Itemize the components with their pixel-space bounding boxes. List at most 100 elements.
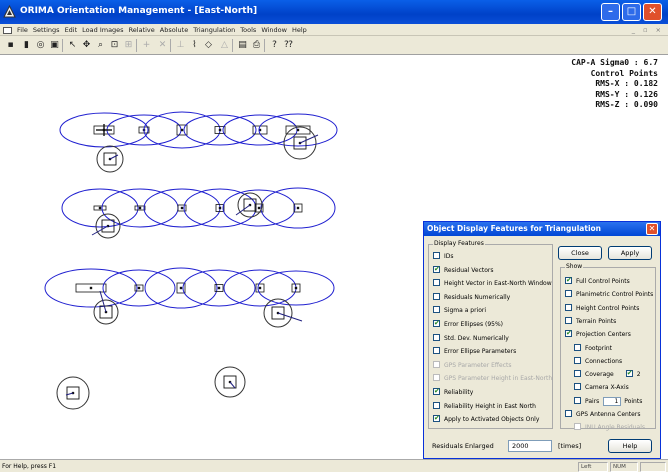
help-icon[interactable]: ? [268, 39, 281, 52]
absolute-icon[interactable]: ◇ [202, 39, 215, 52]
checkbox[interactable]: ✔ [565, 330, 572, 338]
title-bar: ORIMA Orientation Management - [East-Nor… [0, 0, 668, 24]
show-inu-angle-residuals: INU Angle Residuals [574, 423, 645, 432]
checkbox[interactable] [433, 252, 440, 259]
checkbox[interactable]: ✔ [433, 415, 440, 423]
checkbox[interactable] [433, 292, 440, 300]
checkbox[interactable] [433, 306, 440, 314]
checkbox[interactable] [433, 347, 440, 355]
show-gps-antenna-centers[interactable]: GPS Antenna Centers [565, 410, 640, 419]
checkbox-label: Residual Vectors [444, 266, 494, 274]
print-icon[interactable]: ⎙ [250, 39, 263, 52]
feature-residuals-numerically[interactable]: Residuals Numerically [433, 292, 510, 302]
checkbox[interactable] [574, 343, 581, 351]
triangulate-icon[interactable]: △ [218, 39, 231, 52]
menu-item-relative[interactable]: Relative [129, 24, 155, 36]
checkbox[interactable] [433, 401, 440, 409]
relative-icon[interactable]: ⌇ [188, 39, 201, 52]
checkbox[interactable] [574, 396, 581, 404]
show-projection-centers[interactable]: ✔ Projection Centers [565, 330, 631, 339]
help-button[interactable]: Help [608, 439, 652, 453]
close-dialog-button[interactable]: Close [558, 246, 602, 260]
control-points-heading: Control Points [590, 68, 658, 78]
menu-item-triangulation[interactable]: Triangulation [193, 24, 235, 36]
frame-icon[interactable]: ▣ [48, 39, 61, 52]
feature-error-ellipses-95[interactable]: ✔ Error Ellipses (95%) [433, 320, 503, 329]
feature-ids[interactable]: IDs [433, 252, 454, 261]
maximize-button[interactable]: □ [622, 3, 641, 21]
checkbox[interactable]: ✔ [433, 320, 440, 327]
menu-item-edit[interactable]: Edit [65, 24, 78, 36]
toolbar-separator [264, 39, 265, 52]
feature-height-vector-in-east-north-window[interactable]: Height Vector in East-North Window [433, 279, 552, 288]
close-button[interactable]: ✕ [643, 3, 662, 21]
zoom-all-icon[interactable]: ⊞ [122, 39, 135, 52]
feature-apply-to-activated-objects-only[interactable]: ✔ Apply to Activated Objects Only [433, 415, 539, 424]
rms-x-value: 0.182 [633, 79, 658, 88]
checkbox[interactable]: ✔ [433, 388, 440, 395]
menu-item-load-images[interactable]: Load Images [82, 24, 123, 36]
checkbox[interactable]: ✔ [565, 277, 572, 284]
pointer-icon[interactable]: ↖ [66, 39, 79, 52]
checkbox [433, 374, 440, 382]
measure-icon[interactable]: ⊥ [174, 39, 187, 52]
menu-item-absolute[interactable]: Absolute [160, 24, 188, 36]
menu-item-help[interactable]: Help [292, 24, 307, 36]
residual-vector [109, 154, 119, 160]
residuals-enlarged-input[interactable]: 2000 [508, 440, 552, 452]
pairs-input[interactable]: 1 [603, 396, 622, 406]
feature-sigma-a-priori[interactable]: Sigma a priori [433, 306, 486, 315]
save-icon[interactable]: ▪ [4, 39, 17, 52]
show-terrain-points[interactable]: Terrain Points [565, 316, 617, 326]
show-coverage[interactable]: Coverage ✔ 2 [574, 370, 641, 379]
checkbox[interactable]: ✔ [433, 265, 440, 273]
menu-item-tools[interactable]: Tools [240, 24, 256, 36]
zoom-icon[interactable]: ⌕ [94, 39, 107, 52]
show-connections[interactable]: Connections [574, 356, 622, 366]
dialog-close-icon[interactable]: ✕ [646, 223, 658, 235]
document-icon[interactable] [3, 26, 12, 34]
feature-residual-vectors[interactable]: ✔ Residual Vectors [433, 265, 494, 275]
show-height-control-points[interactable]: Height Control Points [565, 303, 639, 313]
checkbox[interactable] [433, 279, 440, 287]
checkbox[interactable] [574, 370, 581, 378]
minimize-button[interactable]: – [601, 3, 620, 21]
checkbox[interactable] [433, 333, 440, 341]
checkbox-label: Apply to Activated Objects Only [444, 416, 540, 424]
menu-item-window[interactable]: Window [261, 24, 287, 36]
add-point-icon[interactable]: + [140, 39, 153, 52]
report-icon[interactable]: ▤ [236, 39, 249, 52]
checkbox-label: Reliability Height in East North [444, 402, 536, 410]
show-pairs[interactable]: Pairs 1 Points [574, 396, 642, 406]
center-dot [138, 206, 142, 210]
show-full-control-points[interactable]: ✔ Full Control Points [565, 277, 630, 286]
coverage-extra-checkbox[interactable]: ✔ [625, 370, 633, 378]
menu-item-settings[interactable]: Settings [33, 24, 60, 36]
checkbox[interactable] [565, 303, 572, 311]
stats-icon[interactable]: ▮ [20, 39, 33, 52]
show-camera-x-axis[interactable]: Camera X-Axis [574, 383, 629, 392]
show-footprint[interactable]: Footprint [574, 343, 612, 353]
zoom-window-icon[interactable]: ⊡ [108, 39, 121, 52]
pan-icon[interactable]: ✥ [80, 39, 93, 52]
checkbox-label: Terrain Points [576, 317, 617, 325]
checkbox[interactable] [565, 316, 572, 324]
show-planimetric-control-points[interactable]: Planimetric Control Points [565, 290, 653, 299]
checkbox[interactable] [565, 410, 572, 417]
menu-item-file[interactable]: File [17, 24, 28, 36]
dialog-title: Object Display Features for Triangulatio… [427, 224, 602, 233]
feature-reliability-height-in-east-north[interactable]: Reliability Height in East North [433, 401, 536, 411]
apply-button[interactable]: Apply [608, 246, 652, 260]
center-dot [179, 286, 183, 290]
settings-icon[interactable]: ◎ [34, 39, 47, 52]
feature-reliability[interactable]: ✔ Reliability [433, 388, 473, 397]
feature-error-ellipse-parameters[interactable]: Error Ellipse Parameters [433, 347, 516, 356]
feature-std-dev-numerically[interactable]: Std. Dev. Numerically [433, 333, 509, 343]
checkbox[interactable] [565, 290, 572, 298]
whats-this-icon[interactable]: ⁇ [282, 39, 295, 52]
mdi-controls[interactable]: _ ▫ × [632, 24, 664, 36]
delete-point-icon[interactable]: ✕ [156, 39, 169, 52]
checkbox[interactable] [574, 356, 581, 364]
times-label: [times] [558, 442, 582, 450]
checkbox[interactable] [574, 383, 581, 391]
